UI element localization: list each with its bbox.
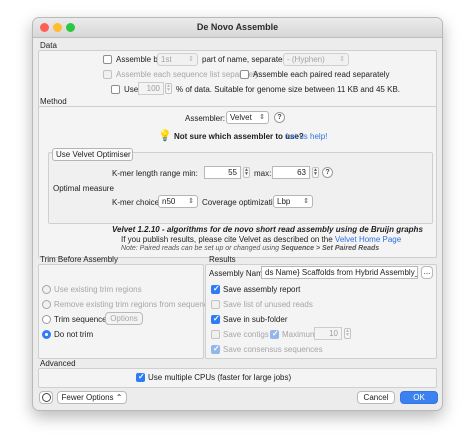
velvet-home-link[interactable]: Velvet Home Page <box>335 235 401 244</box>
assembler-select[interactable]: Velvet ⇕ <box>226 111 269 124</box>
trim-existing-label: Use existing trim regions <box>54 285 142 294</box>
chevron-updown-icon: ⇕ <box>259 114 265 121</box>
assemble-by-checkbox[interactable] <box>103 55 112 64</box>
save-subfolder-label: Save in sub-folder <box>223 315 288 324</box>
save-consensus-label: Save consensus sequences <box>223 345 323 354</box>
kmer-choice-label: K-mer choice: <box>112 198 162 207</box>
fewer-options-button[interactable]: Fewer Options ⌃ <box>57 391 127 404</box>
kmer-range-label: K-mer length range min: <box>112 169 198 178</box>
velvet-citation-title: Velvet 1.2.10 - algorithms for de novo s… <box>112 225 423 234</box>
trim-remove-radio[interactable] <box>42 300 51 309</box>
chevron-updown-icon: ⇕ <box>188 198 194 205</box>
paired-reads-note: Note: Paired reads can be set up or chan… <box>121 245 380 252</box>
save-unused-checkbox[interactable] <box>211 300 220 309</box>
trim-existing-radio[interactable] <box>42 285 51 294</box>
trim-options-button[interactable]: Options <box>105 312 143 325</box>
velvet-citation-line: If you publish results, please cite Velv… <box>121 235 402 244</box>
kmer-choice-select[interactable]: n50 ⇕ <box>158 195 198 208</box>
dialog-window: De Novo Assemble Data Assemble by: 1st ⇕ … <box>32 17 443 411</box>
trim-sequences-radio[interactable] <box>42 315 51 324</box>
help-icon <box>41 393 51 403</box>
kmer-max-field[interactable]: 63 <box>272 166 310 179</box>
chevron-updown-icon: ⇕ <box>188 56 194 63</box>
multiple-cpus-label: Use multiple CPUs (faster for large jobs… <box>148 373 292 382</box>
chevron-updown-icon: ⇕ <box>303 198 309 205</box>
each-list-checkbox[interactable] <box>103 70 112 79</box>
do-not-trim-label: Do not trim <box>54 330 94 339</box>
coverage-label: Coverage optimization: <box>202 198 284 207</box>
kmer-help-button[interactable]: ? <box>322 167 333 178</box>
each-paired-label: Assemble each paired read separately <box>253 70 390 79</box>
kmer-max-label: max: <box>254 169 272 178</box>
kmer-min-stepper[interactable]: ▲ ▼ <box>243 167 250 178</box>
kmer-max-stepper[interactable]: ▲ ▼ <box>312 167 319 178</box>
cancel-button[interactable]: Cancel <box>357 391 395 404</box>
trim-section-label: Trim Before Assembly <box>40 255 118 264</box>
help-choose-link[interactable]: Let us help! <box>286 132 327 141</box>
assembly-name-field[interactable]: ds Name} Scaffolds from Hybrid Assembly_… <box>261 266 418 279</box>
coverage-select[interactable]: Lbp ⇕ <box>273 195 313 208</box>
maximum-stepper[interactable]: ▲ ▼ <box>344 328 351 339</box>
do-not-trim-radio[interactable] <box>42 330 51 339</box>
each-list-label: Assemble each sequence list separately <box>116 70 259 79</box>
data-section-label: Data <box>40 41 57 50</box>
optimiser-select[interactable]: Use Velvet Optimiser ⌄ <box>52 148 133 161</box>
save-contigs-label: Save contigs <box>223 330 269 339</box>
lightbulb-icon: 💡 <box>158 130 172 142</box>
ok-button[interactable]: OK <box>400 391 438 404</box>
save-report-checkbox[interactable] <box>211 284 220 294</box>
save-report-label: Save assembly report <box>223 285 301 294</box>
use-percent-suffix: % of data. Suitable for genome size betw… <box>176 85 400 94</box>
assembler-help-button[interactable]: ? <box>274 112 285 123</box>
help-button[interactable] <box>39 391 53 404</box>
maximum-label: Maximum <box>282 330 317 339</box>
not-sure-text: Not sure which assembler to use? <box>174 132 304 141</box>
optimal-measure-label: Optimal measure <box>53 184 114 193</box>
title-bar: De Novo Assemble <box>33 18 442 38</box>
trim-sequences-label: Trim sequences <box>54 315 111 324</box>
chevron-up-icon: ⌃ <box>115 393 123 402</box>
multiple-cpus-checkbox[interactable] <box>136 372 145 382</box>
save-subfolder-checkbox[interactable] <box>211 314 220 324</box>
use-label: Use <box>124 85 139 94</box>
results-section-label: Results <box>209 255 236 264</box>
trim-remove-label: Remove existing trim regions from sequen… <box>54 300 217 309</box>
use-data-checkbox[interactable] <box>111 85 120 94</box>
method-section-label: Method <box>40 97 67 106</box>
maximum-field[interactable]: 10 <box>314 327 342 340</box>
advanced-section-label: Advanced <box>40 359 76 368</box>
chevron-updown-icon: ⇕ <box>339 56 345 63</box>
each-paired-checkbox[interactable] <box>240 70 249 79</box>
use-percent-stepper[interactable]: ▲ ▼ <box>165 83 172 94</box>
assemble-by-select[interactable]: 1st ⇕ <box>157 53 198 66</box>
assembly-name-browse-button[interactable]: ... <box>421 266 433 279</box>
use-percent-field[interactable]: 100 <box>138 82 164 95</box>
save-unused-label: Save list of unused reads <box>223 300 313 309</box>
maximum-checkbox[interactable] <box>270 329 279 339</box>
save-contigs-checkbox[interactable] <box>211 330 220 339</box>
save-consensus-checkbox[interactable] <box>211 344 220 354</box>
assembly-name-label: Assembly Name <box>209 269 268 278</box>
assembler-label: Assembler: <box>185 114 226 123</box>
kmer-min-field[interactable]: 55 <box>204 166 241 179</box>
window-title: De Novo Assemble <box>196 22 279 32</box>
chevron-down-icon: ⌄ <box>123 151 129 158</box>
separator-select[interactable]: - (Hyphen) ⇕ <box>283 53 349 66</box>
